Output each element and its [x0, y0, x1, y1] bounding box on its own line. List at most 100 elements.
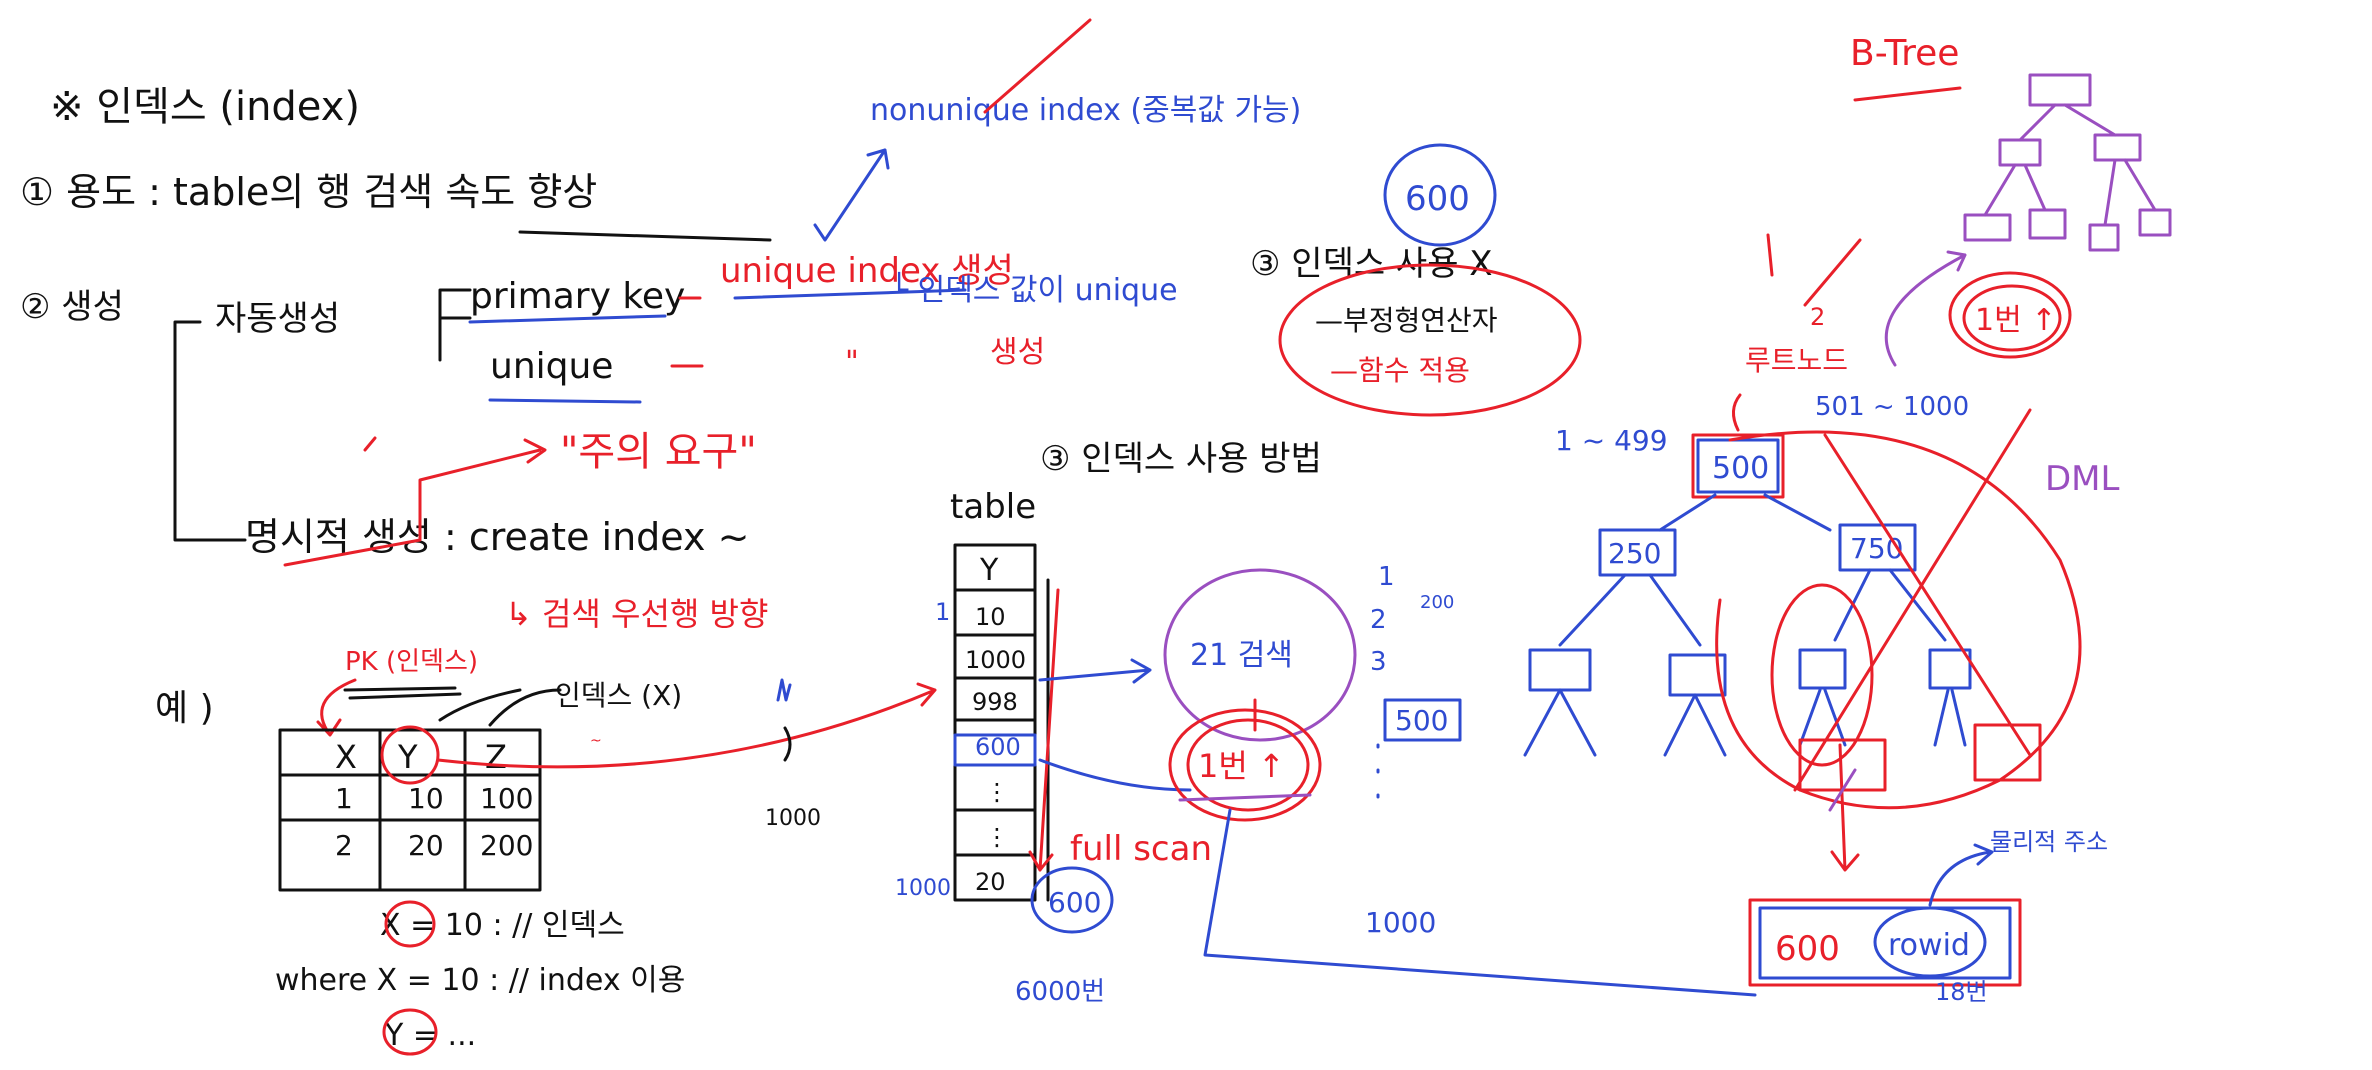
column-table-label: table [950, 487, 1036, 527]
arrow-physical-address [1928, 843, 1994, 907]
cross-out-1 [1823, 433, 2032, 757]
arrow-to-nonunique [813, 148, 890, 242]
column-cell: 10 [975, 603, 1006, 631]
seq-3: 3 [1370, 647, 1387, 677]
usage3-title: ③ 인덱스 사용 X [1250, 244, 1493, 284]
num-1000-small: 1000 [765, 806, 821, 831]
table-cell: 1 [335, 782, 353, 815]
root-value: 500 [1712, 451, 1769, 486]
tick-mark [363, 436, 377, 452]
red-slash-right [1803, 238, 1862, 307]
manual-create-label: 명시적 생성 : create index ~ [245, 515, 749, 559]
red-slash-left [1766, 233, 1774, 277]
whiteboard-canvas: ※ 인덱스 (index) ① 용도 : table의 행 검색 속도 향상 ②… [20, 18, 2172, 1056]
search-21-label: 21 검색 [1190, 638, 1293, 673]
nonunique-index-label: nonunique index (중복값 가능) [870, 93, 1301, 128]
table-cell: 10 [408, 782, 444, 815]
note-create: ② 생성 [20, 287, 124, 327]
physical-address-label: 물리적 주소 [1990, 828, 2108, 856]
line-to-leaf [1203, 808, 1757, 997]
example-label: 예 ) [155, 688, 214, 729]
leaf-value: 600 [1775, 929, 1840, 969]
circle-right-label: 1번 ↑ [1975, 303, 2056, 338]
dml-circle [1715, 430, 2082, 810]
underline-unique [488, 398, 642, 404]
usage3-function: —함수 적용 [1330, 354, 1470, 387]
index-value-unique-label: └ 인덱스 값이 unique [890, 271, 1178, 308]
pk-index-label: PK (인덱스) [345, 647, 478, 677]
create-suffix-label: 생성 [990, 335, 1045, 370]
column-row-1000: 1000 [895, 876, 951, 901]
usage3-circle [1278, 263, 1582, 417]
table-cell: 2 [335, 829, 353, 862]
ditto-mark: " [845, 345, 859, 380]
table-cell: 100 [480, 782, 533, 815]
cross-out-2 [1793, 408, 2032, 792]
arrow-600-to-circle [1038, 758, 1192, 792]
table-header-y: Y [397, 738, 418, 776]
pk-scribble [343, 686, 462, 700]
unique-label: unique [490, 346, 613, 387]
btree-label: B-Tree [1850, 33, 1959, 74]
seq-1: 1 [1378, 562, 1395, 592]
left-child-value: 250 [1608, 537, 1661, 570]
num-6000-label: 6000번 [1015, 977, 1105, 1007]
column-cell: 20 [975, 868, 1006, 896]
title-text: ※ 인덱스 (index) [50, 84, 360, 130]
circle-left-subtree [1770, 583, 1874, 767]
arrow-y-to-column [436, 682, 937, 769]
arrow-to-leaf [1830, 743, 1860, 872]
num-600-top: 600 [1405, 179, 1470, 219]
root-node-pointer [1732, 393, 1742, 432]
column-header: Y [979, 553, 999, 588]
column-cell: 998 [972, 688, 1018, 716]
column-cell: ⋮ [985, 823, 1009, 851]
example-table: X Y Z 1 10 100 2 20 200 [278, 728, 542, 892]
num-600-bottom: 600 [1048, 886, 1101, 919]
leaf-rowid: rowid [1888, 928, 1970, 963]
usage-method-title: ③ 인덱스 사용 방법 [1040, 439, 1322, 479]
tree-bracket-auto [438, 288, 472, 362]
column-cell: 1000 [965, 646, 1026, 674]
where-line-2: where X = 10 : // index 이용 [275, 963, 685, 998]
caution-label: "주의 요구" [560, 429, 757, 475]
search-first-label: ↳ 검색 우선행 방향 [505, 595, 768, 633]
table-header-z: Z [485, 738, 507, 776]
where-line-1: X = 10 : // 인덱스 [380, 908, 625, 943]
num-200: 200 [1420, 592, 1454, 613]
primary-key-label: primary key [470, 276, 685, 317]
line-1000-label: 1000 [1365, 906, 1436, 939]
tiny-mark: ~ [590, 733, 602, 749]
num-18-label: 18번 [1935, 978, 1988, 1006]
leaf-boxes-red [1798, 723, 2042, 792]
auto-create-label: 자동생성 [215, 299, 340, 339]
box-500-mid-label: 500 [1395, 704, 1448, 737]
root-node-label: 루트노드 [1745, 344, 1848, 377]
index-x-label: 인덱스 (X) [555, 679, 682, 712]
table-header-x: X [335, 738, 357, 776]
column-cell-600: 600 [975, 733, 1021, 761]
column-row-1: 1 [935, 598, 950, 626]
usage3-negation: —부정형연산자 [1315, 304, 1498, 337]
btree-underline [1853, 86, 1962, 102]
arrow-to-minitree [1884, 250, 1967, 367]
arrow-to-search-circle [1038, 658, 1152, 684]
table-cell: 20 [408, 829, 444, 862]
right-child-value: 750 [1850, 532, 1903, 565]
range-right-label: 501 ~ 1000 [1815, 392, 1969, 422]
full-scan-label: full scan [1070, 829, 1212, 869]
ink-squiggle [783, 726, 792, 762]
underline-search-speed [518, 230, 772, 242]
note-usage: ① 용도 : table의 행 검색 속도 향상 [20, 170, 597, 214]
pk-arrow [316, 678, 357, 737]
mini-btree-sketch [1963, 73, 2172, 252]
table-cell: 200 [480, 829, 533, 862]
num-2: 2 [1810, 303, 1825, 331]
seq-2: 2 [1370, 605, 1387, 635]
first-match-label: 1번 ↑ [1198, 747, 1285, 785]
blue-squiggle [776, 678, 792, 702]
column-cell: ⋮ [985, 778, 1009, 806]
tree-bracket-main [173, 320, 247, 542]
dml-label: DML [2045, 459, 2120, 499]
range-left-label: 1 ~ 499 [1555, 424, 1668, 457]
